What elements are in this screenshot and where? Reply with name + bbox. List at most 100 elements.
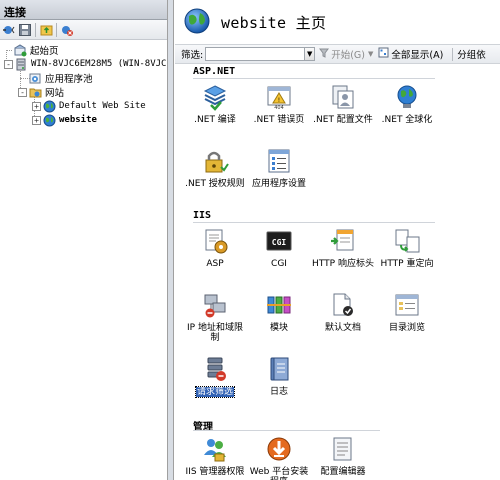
connections-toolbar [0,20,167,40]
server-icon [15,58,28,71]
section-header-aspnet: ASP.NET [175,64,500,80]
tree-item-label: 起始页 [30,46,59,57]
feature-cgi[interactable]: CGI CGI [247,224,311,288]
tree-item-start-page[interactable]: 起始页 [2,43,167,57]
feature-label: 目录浏览 [388,323,425,333]
connections-pane: 连接 起始页 - WIN-8VJC6EM28M5 (WIN-8VJC6 应用程序… [0,0,168,480]
app-settings-icon [264,146,294,176]
cgi-icon: CGI [264,226,294,256]
feature-label-selected: 请求筛选 [194,386,236,398]
toolbar-divider [35,22,36,37]
default-document-icon [328,290,358,320]
group-by-label: 分组依 [457,50,486,61]
connections-header: 连接 [0,0,167,20]
feature-net-globalization[interactable]: .NET 全球化 [375,80,439,144]
feature-label: IIS 管理器权限 [185,467,245,477]
feature-logging[interactable]: 日志 [247,352,311,416]
pane-splitter[interactable] [168,0,174,480]
management-features: IIS 管理器权限 Web 平台安装程序 配置编辑器 [175,432,500,480]
feature-app-settings[interactable]: 应用程序设置 [247,144,311,208]
aspnet-features: .NET 编译 ! 404 .NET 错误页 .NET 配置文件 .NET 全球化… [175,80,500,208]
svg-text:404: 404 [274,105,284,111]
directory-browsing-icon [392,290,422,320]
feature-iis-manager-permissions[interactable]: IIS 管理器权限 [183,432,247,480]
tree-item-label: Default Web Site [59,101,146,111]
http-response-headers-icon [328,226,358,256]
feature-net-compilation[interactable]: .NET 编译 [183,80,247,144]
filter-toolbar: 筛选: ▼ 开始(G) ▼ 全部显示(A) 分组依 [175,44,500,64]
tree-item-server[interactable]: - WIN-8VJC6EM28M5 (WIN-8VJC6 [2,57,167,71]
filter-label: 筛选: [181,50,204,61]
collapse-toggle[interactable]: - [4,59,13,69]
feature-net-authorization-rules[interactable]: .NET 授权规则 [183,144,247,208]
feature-label: HTTP 响应标头 [312,259,374,269]
iis-manager-permissions-icon [200,434,230,464]
feature-label: 模块 [269,323,288,333]
feature-label: 配置编辑器 [320,467,366,477]
feature-label: .NET 授权规则 [185,179,245,189]
funnel-icon [319,48,330,61]
logging-icon [264,354,294,384]
page-header: website 主页 [175,0,500,44]
feature-label: .NET 错误页 [253,115,305,125]
chevron-down-icon: ▼ [367,50,374,58]
start-page-icon [14,43,27,57]
http-redirect-icon [392,226,422,256]
filter-input[interactable] [205,47,306,61]
ip-restrictions-icon [200,290,230,320]
disconnect-icon[interactable] [60,23,74,37]
page-title: website 主页 [221,13,327,32]
feature-modules[interactable]: 模块 [247,288,311,352]
feature-request-filtering[interactable]: 请求筛选 [183,352,247,416]
connect-icon[interactable] [2,23,16,37]
group-by-button[interactable]: 分组依 [457,47,486,61]
net-globalization-icon [392,82,422,112]
tree-item-default-web-site[interactable]: + Default Web Site [2,99,167,113]
filter-dropdown-icon[interactable]: ▼ [305,47,316,61]
up-icon[interactable] [39,23,53,37]
feature-http-redirect[interactable]: HTTP 重定向 [375,224,439,288]
feature-directory-browsing[interactable]: 目录浏览 [375,288,439,352]
collapse-toggle[interactable]: - [18,87,27,97]
feature-label: HTTP 重定向 [380,259,434,269]
feature-default-document[interactable]: 默认文档 [311,288,375,352]
start-filter-button[interactable]: 开始(G) ▼ [319,47,373,61]
save-icon[interactable] [18,23,32,37]
section-header-iis: IIS [175,208,500,224]
feature-ip-domain-restrictions[interactable]: IP 地址和域限制 [183,288,247,352]
feature-label: 日志 [269,387,288,397]
tree-item-app-pools[interactable]: 应用程序池 [2,71,167,85]
toolbar-divider [452,47,454,61]
tree-item-label: WIN-8VJC6EM28M5 (WIN-8VJC6 [31,59,168,69]
net-profile-icon [328,82,358,112]
feature-asp[interactable]: ASP [183,224,247,288]
svg-text:CGI: CGI [272,238,287,247]
asp-icon [200,226,230,256]
expand-toggle[interactable]: + [32,101,41,111]
show-all-icon [378,47,389,61]
show-all-button[interactable]: 全部显示(A) [378,47,443,61]
website-globe-icon [183,7,211,38]
tree-item-sites[interactable]: - 网站 [2,85,167,99]
connections-tree: 起始页 - WIN-8VJC6EM28M5 (WIN-8VJC6 应用程序池 -… [0,40,167,127]
globe-icon [43,114,56,127]
svg-text:!: ! [278,97,280,104]
feature-label: ASP [206,259,224,269]
net-compile-icon [200,82,230,112]
feature-configuration-editor[interactable]: 配置编辑器 [311,432,375,480]
feature-label: .NET 全球化 [381,115,433,125]
feature-label: .NET 编译 [194,115,236,125]
expand-toggle[interactable]: + [32,115,41,125]
configuration-editor-icon [328,434,358,464]
tree-item-label: 应用程序池 [45,74,93,85]
feature-label: CGI [271,259,287,269]
feature-label: 默认文档 [324,323,361,333]
feature-label: IP 地址和域限制 [187,323,243,343]
feature-net-profile[interactable]: .NET 配置文件 [311,80,375,144]
feature-http-response-headers[interactable]: HTTP 响应标头 [311,224,375,288]
feature-web-platform-installer[interactable]: Web 平台安装程序 [247,432,311,480]
tree-item-label: website [59,115,97,125]
app-pool-icon [29,72,42,85]
feature-net-error-pages[interactable]: ! 404 .NET 错误页 [247,80,311,144]
tree-item-website[interactable]: + website [2,113,167,127]
